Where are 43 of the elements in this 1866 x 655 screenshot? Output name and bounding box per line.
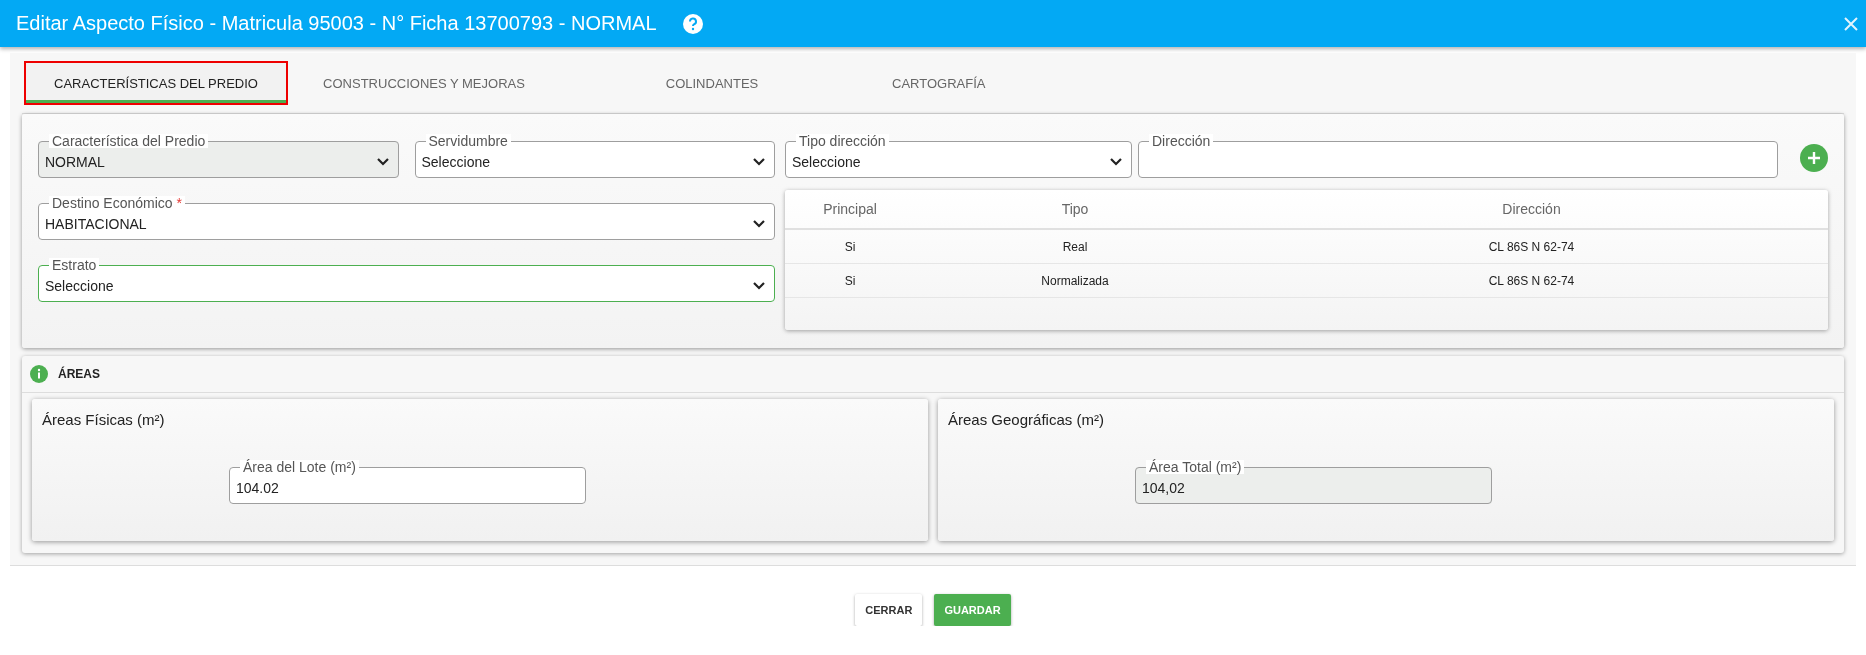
card-title: Áreas Físicas (m²) [42, 411, 166, 428]
input-field[interactable]: Dirección [1138, 134, 1778, 178]
field-label: Área del Lote (m²) [240, 460, 359, 474]
field-label: Tipo dirección [796, 134, 889, 148]
chevron-down-icon [752, 218, 766, 229]
tab[interactable]: COLINDANTES [562, 63, 862, 103]
table-cell: Si [785, 229, 915, 264]
table-cell: Normalizada [915, 263, 1235, 298]
section-title: ÁREAS [58, 367, 100, 381]
plus-icon [1807, 151, 1821, 165]
table-cell: Si [785, 263, 915, 298]
help-icon[interactable] [682, 13, 703, 34]
select-field[interactable]: Servidumbre Seleccione [414, 134, 775, 178]
required-asterisk: * [176, 195, 182, 211]
field-label: Estrato [49, 258, 100, 272]
field-label: Destino Económico * [49, 196, 185, 210]
window-title: Editar Aspecto Físico - Matricula 95003 - N° Ficha 13700793 - NORMAL [16, 12, 657, 35]
chevron-down-icon [752, 156, 766, 167]
field-label: Característica del Predio [49, 134, 209, 148]
column-header: Principal [785, 190, 915, 229]
tab[interactable]: CARTOGRAFÍA [870, 63, 1008, 103]
table-cell: CL 86S N 62-74 [1235, 229, 1828, 264]
input-field[interactable]: Área del Lote (m²) 104.02 [229, 460, 586, 504]
info-icon [30, 365, 48, 383]
chevron-down-icon [752, 280, 766, 291]
select-field[interactable]: Destino Económico * HABITACIONAL [38, 196, 775, 240]
close-button[interactable]: CERRAR [855, 594, 923, 626]
tab[interactable]: CARACTERÍSTICAS DEL PREDIO [26, 63, 286, 103]
add-button[interactable] [1800, 144, 1828, 172]
chevron-down-icon [1109, 156, 1123, 167]
field-label: Área Total (m²) [1146, 460, 1245, 474]
select-field[interactable]: Tipo dirección Seleccione [785, 134, 1132, 178]
column-header: Tipo [915, 190, 1235, 229]
select-field[interactable]: Estrato Seleccione [38, 258, 775, 302]
table-cell: Real [915, 229, 1235, 264]
table-cell: CL 86S N 62-74 [1235, 263, 1828, 298]
card-title: Áreas Geográficas (m²) [948, 411, 1105, 428]
close-icon[interactable] [1844, 16, 1858, 31]
tab[interactable]: CONSTRUCCIONES Y MEJORAS [294, 63, 554, 103]
column-header: Dirección [1235, 190, 1828, 229]
chevron-down-icon [375, 156, 390, 167]
field-label: Dirección [1149, 134, 1214, 148]
field-label: Servidumbre [425, 134, 511, 148]
